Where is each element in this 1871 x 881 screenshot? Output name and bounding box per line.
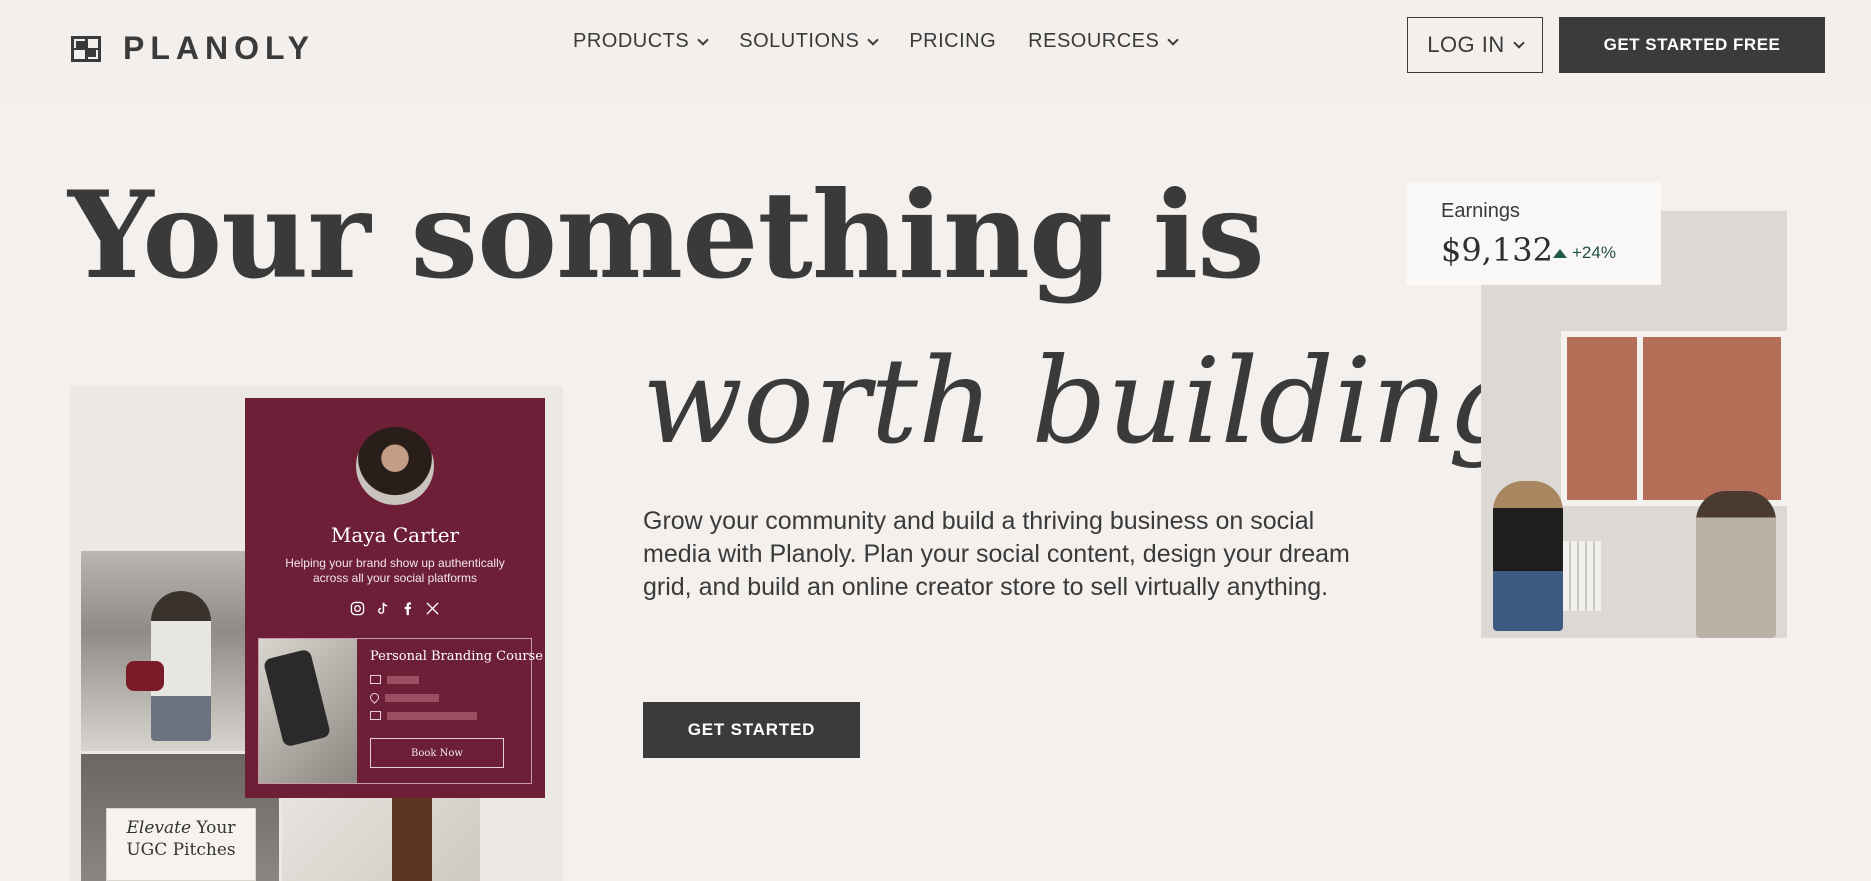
window-shape [1561,331,1787,506]
card-icon [370,675,381,684]
hero-headline-line1: Your something is [68,165,1265,306]
avatar [356,427,434,505]
chevron-down-icon [1167,33,1180,46]
course-date-row [370,711,477,720]
login-label: LOG IN [1427,32,1505,57]
ugc-pitches-card: Elevate Your UGC Pitches [106,808,256,881]
profile-description: Helping your brand show up authentically… [285,556,505,585]
planoly-logo-icon [71,35,101,62]
hero-headline-line2: worth building [642,332,1524,470]
hero-lead-text: Grow your community and build a thriving… [643,507,1350,601]
tiktok-icon[interactable] [375,601,390,616]
placeholder-bar [385,693,439,702]
login-button[interactable]: LOG IN [1407,17,1543,73]
planoly-logo[interactable]: PLANOLY [71,30,315,67]
placeholder-bar [387,711,477,720]
earnings-value: $9,132 [1441,231,1553,269]
brand-name: PLANOLY [123,30,315,66]
nav-item-products[interactable]: PRODUCTS [573,30,709,53]
handbag-shape [126,661,164,691]
calendar-icon [370,711,381,720]
nav-item-label: PRODUCTS [573,30,690,52]
course-image [259,639,357,783]
get-started-button[interactable]: GET STARTED [643,702,860,758]
chevron-down-icon [1513,37,1525,49]
course-location-row [368,691,439,704]
creator-profile-card: Maya Carter Helping your brand show up a… [245,398,545,798]
earnings-card: Earnings $9,132 +24% [1406,182,1661,285]
ugc-line1-rest: Your [191,818,236,838]
chevron-down-icon [697,33,709,46]
ugc-line2: UGC Pitches [126,840,236,860]
chevron-down-icon [867,33,879,46]
photographer-figure [1696,491,1776,638]
book-now-button[interactable]: Book Now [370,738,504,768]
get-started-free-button[interactable]: GET STARTED FREE [1559,17,1825,73]
nav-item-label: RESOURCES [1028,30,1160,52]
course-price-row [370,675,419,684]
top-navigation: PLANOLY PRODUCTS SOLUTIONS PRICING RESOU… [0,0,1871,100]
facebook-icon[interactable] [400,601,415,616]
phone-shape [262,648,332,748]
course-card: Personal Branding Course Book Now [258,638,543,784]
course-title: Personal Branding Course [370,649,543,664]
main-menu: PRODUCTS SOLUTIONS PRICING RESOURCES [573,30,1209,53]
pin-icon [368,691,381,704]
seated-person-figure [1493,481,1563,631]
nav-item-resources[interactable]: RESOURCES [1028,30,1180,53]
earnings-delta: +24% [1553,243,1616,263]
ugc-line1: Elevate Your [107,817,255,839]
instagram-icon[interactable] [350,601,365,616]
nav-item-label: PRICING [909,30,997,52]
placeholder-bar [387,675,419,684]
nav-item-label: SOLUTIONS [739,30,860,52]
nav-item-solutions[interactable]: SOLUTIONS [739,30,879,53]
ugc-line1-italic: Elevate [126,818,192,838]
earnings-delta-text: +24% [1572,243,1616,262]
triangle-up-icon [1553,248,1567,258]
nav-item-pricing[interactable]: PRICING [909,30,996,53]
profile-name: Maya Carter [330,523,460,547]
x-icon[interactable] [425,601,440,616]
social-links [350,601,440,616]
earnings-label: Earnings [1441,200,1520,222]
